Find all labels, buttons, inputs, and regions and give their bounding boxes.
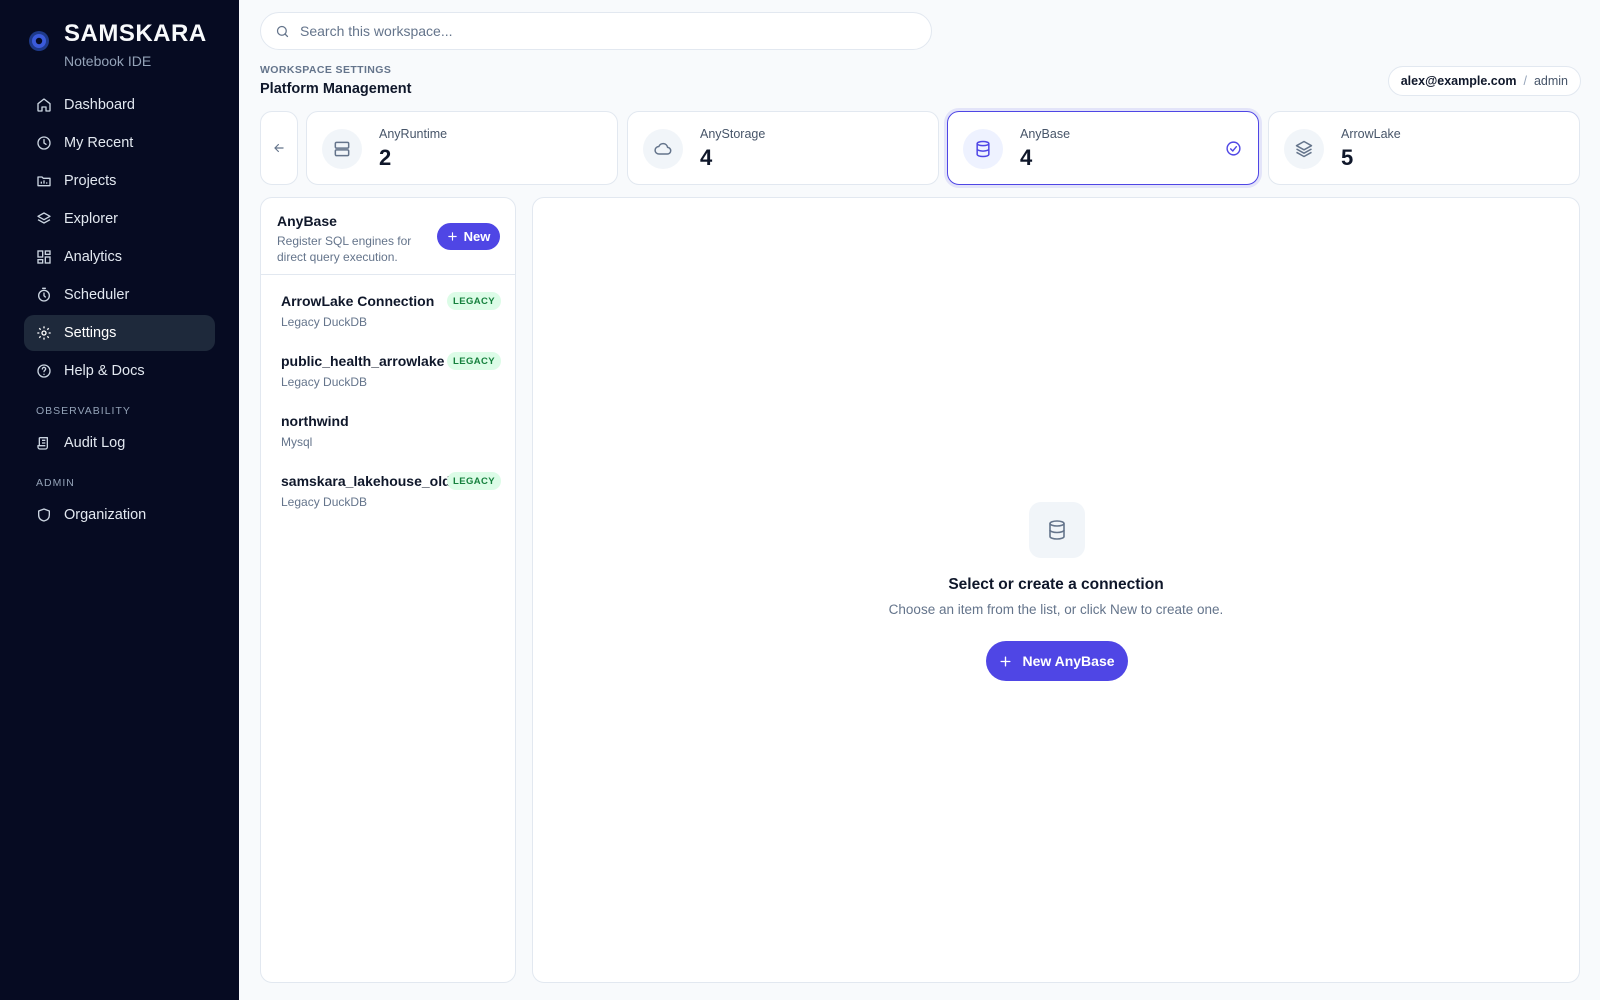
brand-name: SAMSKARA	[64, 20, 207, 47]
logo-icon	[29, 31, 49, 51]
folder-icon	[36, 173, 52, 189]
list-description: Register SQL engines for direct query ex…	[277, 234, 412, 264]
list-title: AnyBase	[277, 213, 337, 229]
new-button-label: New	[463, 229, 491, 244]
scroll-icon	[36, 435, 52, 451]
stat-label: AnyRuntime	[379, 127, 448, 141]
sidebar-item-label: Settings	[64, 325, 117, 341]
sidebar-section-title: OBSERVABILITY	[36, 405, 131, 417]
connection-name: samskara_lakehouse_old	[281, 473, 451, 489]
stat-label: AnyBase	[1020, 127, 1071, 141]
stat-value: 4	[1020, 145, 1033, 170]
connection-list: ArrowLake Connection LEGACY Legacy DuckD…	[261, 284, 515, 524]
sidebar-item-dashboard[interactable]: Dashboard	[24, 87, 215, 123]
user-email: alex@example.com	[1400, 74, 1517, 88]
sidebar-item-label: Audit Log	[64, 435, 126, 451]
new-button[interactable]: New	[437, 223, 500, 250]
sidebar-item-explorer[interactable]: Explorer	[24, 201, 215, 237]
grid-icon	[36, 249, 52, 265]
cloud-icon	[643, 129, 683, 169]
legacy-badge: LEGACY	[447, 472, 501, 490]
shield-icon	[36, 507, 52, 523]
connection-type: Mysql	[281, 435, 313, 449]
brand-subtitle: Notebook IDE	[64, 53, 152, 69]
sidebar-item-label: Help & Docs	[64, 363, 145, 379]
sidebar-item-analytics[interactable]: Analytics	[24, 239, 215, 275]
sidebar-item-label: Analytics	[64, 249, 123, 265]
server-icon	[322, 129, 362, 169]
sidebar-section-title: ADMIN	[36, 477, 75, 489]
sidebar-item-audit-log[interactable]: Audit Log	[24, 425, 215, 461]
sidebar-item-label: Dashboard	[64, 97, 135, 113]
sidebar-item-help-docs[interactable]: Help & Docs	[24, 353, 215, 389]
sidebar-item-label: Explorer	[64, 211, 118, 227]
home-icon	[36, 97, 52, 113]
breadcrumb-section: WORKSPACE SETTINGS	[260, 64, 392, 76]
plus-icon	[447, 232, 457, 241]
list-item[interactable]: public_health_arrowlake LEGACY Legacy Du…	[261, 344, 515, 404]
user-separator: /	[1523, 74, 1527, 88]
page-title: Platform Management	[260, 81, 412, 97]
connection-name: northwind	[281, 413, 349, 429]
connection-type: Legacy DuckDB	[281, 375, 368, 389]
check-circle-icon	[1226, 141, 1241, 156]
connection-name: ArrowLake Connection	[281, 293, 435, 309]
user-chip[interactable]: alex@example.com / admin	[1387, 66, 1581, 96]
sidebar-item-my-recent[interactable]: My Recent	[24, 125, 215, 161]
search-bar	[260, 12, 932, 50]
list-item[interactable]: samskara_lakehouse_old LEGACY Legacy Duc…	[261, 464, 515, 524]
sidebar-nav: Dashboard My Recent Projects Explorer An…	[24, 87, 215, 535]
connection-detail-panel: Select or create a connection Choose an …	[532, 197, 1580, 983]
legacy-badge: LEGACY	[447, 292, 501, 310]
timer-icon	[36, 287, 52, 303]
sidebar-item-label: Scheduler	[64, 287, 130, 303]
stat-value: 2	[379, 145, 392, 170]
empty-state-subtitle: Choose an item from the list, or click N…	[888, 602, 1224, 617]
new-anybase-label: New AnyBase	[1022, 653, 1115, 669]
sidebar-item-organization[interactable]: Organization	[24, 497, 215, 533]
empty-state-title: Select or create a connection	[948, 576, 1164, 593]
stat-card-anystorage[interactable]: AnyStorage 4	[627, 111, 939, 185]
sidebar-item-label: My Recent	[64, 135, 134, 151]
list-header: AnyBase Register SQL engines for direct …	[261, 198, 515, 275]
stat-card-anybase[interactable]: AnyBase 4	[947, 111, 1259, 185]
stat-card-arrowlake[interactable]: ArrowLake 5	[1268, 111, 1580, 185]
list-item[interactable]: northwind Mysql	[261, 404, 515, 464]
sidebar-item-projects[interactable]: Projects	[24, 163, 215, 199]
stat-label: AnyStorage	[700, 127, 766, 141]
sidebar-item-label: Organization	[64, 507, 147, 523]
stat-card-anyruntime[interactable]: AnyRuntime 2	[306, 111, 618, 185]
plus-icon	[1000, 655, 1011, 667]
database-icon	[1029, 502, 1085, 558]
search-icon	[276, 25, 289, 37]
sidebar-item-settings[interactable]: Settings	[24, 315, 215, 351]
layers-icon	[1284, 129, 1324, 169]
database-icon	[963, 129, 1003, 169]
sidebar-item-scheduler[interactable]: Scheduler	[24, 277, 215, 313]
layers-icon	[36, 211, 52, 227]
connection-type: Legacy DuckDB	[281, 315, 368, 329]
connection-name: public_health_arrowlake	[281, 353, 445, 369]
legacy-badge: LEGACY	[447, 352, 501, 370]
connection-type: Legacy DuckDB	[281, 495, 368, 509]
connection-list-panel: AnyBase Register SQL engines for direct …	[260, 197, 516, 983]
new-anybase-button[interactable]: New AnyBase	[986, 641, 1128, 681]
gear-icon	[36, 325, 52, 341]
stat-label: ArrowLake	[1341, 127, 1401, 141]
search-input[interactable]	[300, 23, 900, 39]
stat-value: 5	[1341, 145, 1354, 170]
help-icon	[36, 363, 52, 379]
clock-icon	[36, 135, 52, 151]
arrow-left-icon	[274, 143, 284, 153]
back-button[interactable]	[260, 111, 298, 185]
sidebar: SAMSKARA Notebook IDE Dashboard My Recen…	[0, 0, 239, 1000]
list-item[interactable]: ArrowLake Connection LEGACY Legacy DuckD…	[261, 284, 515, 344]
stat-value: 4	[700, 145, 713, 170]
sidebar-item-label: Projects	[64, 173, 117, 189]
user-role: admin	[1533, 74, 1568, 88]
